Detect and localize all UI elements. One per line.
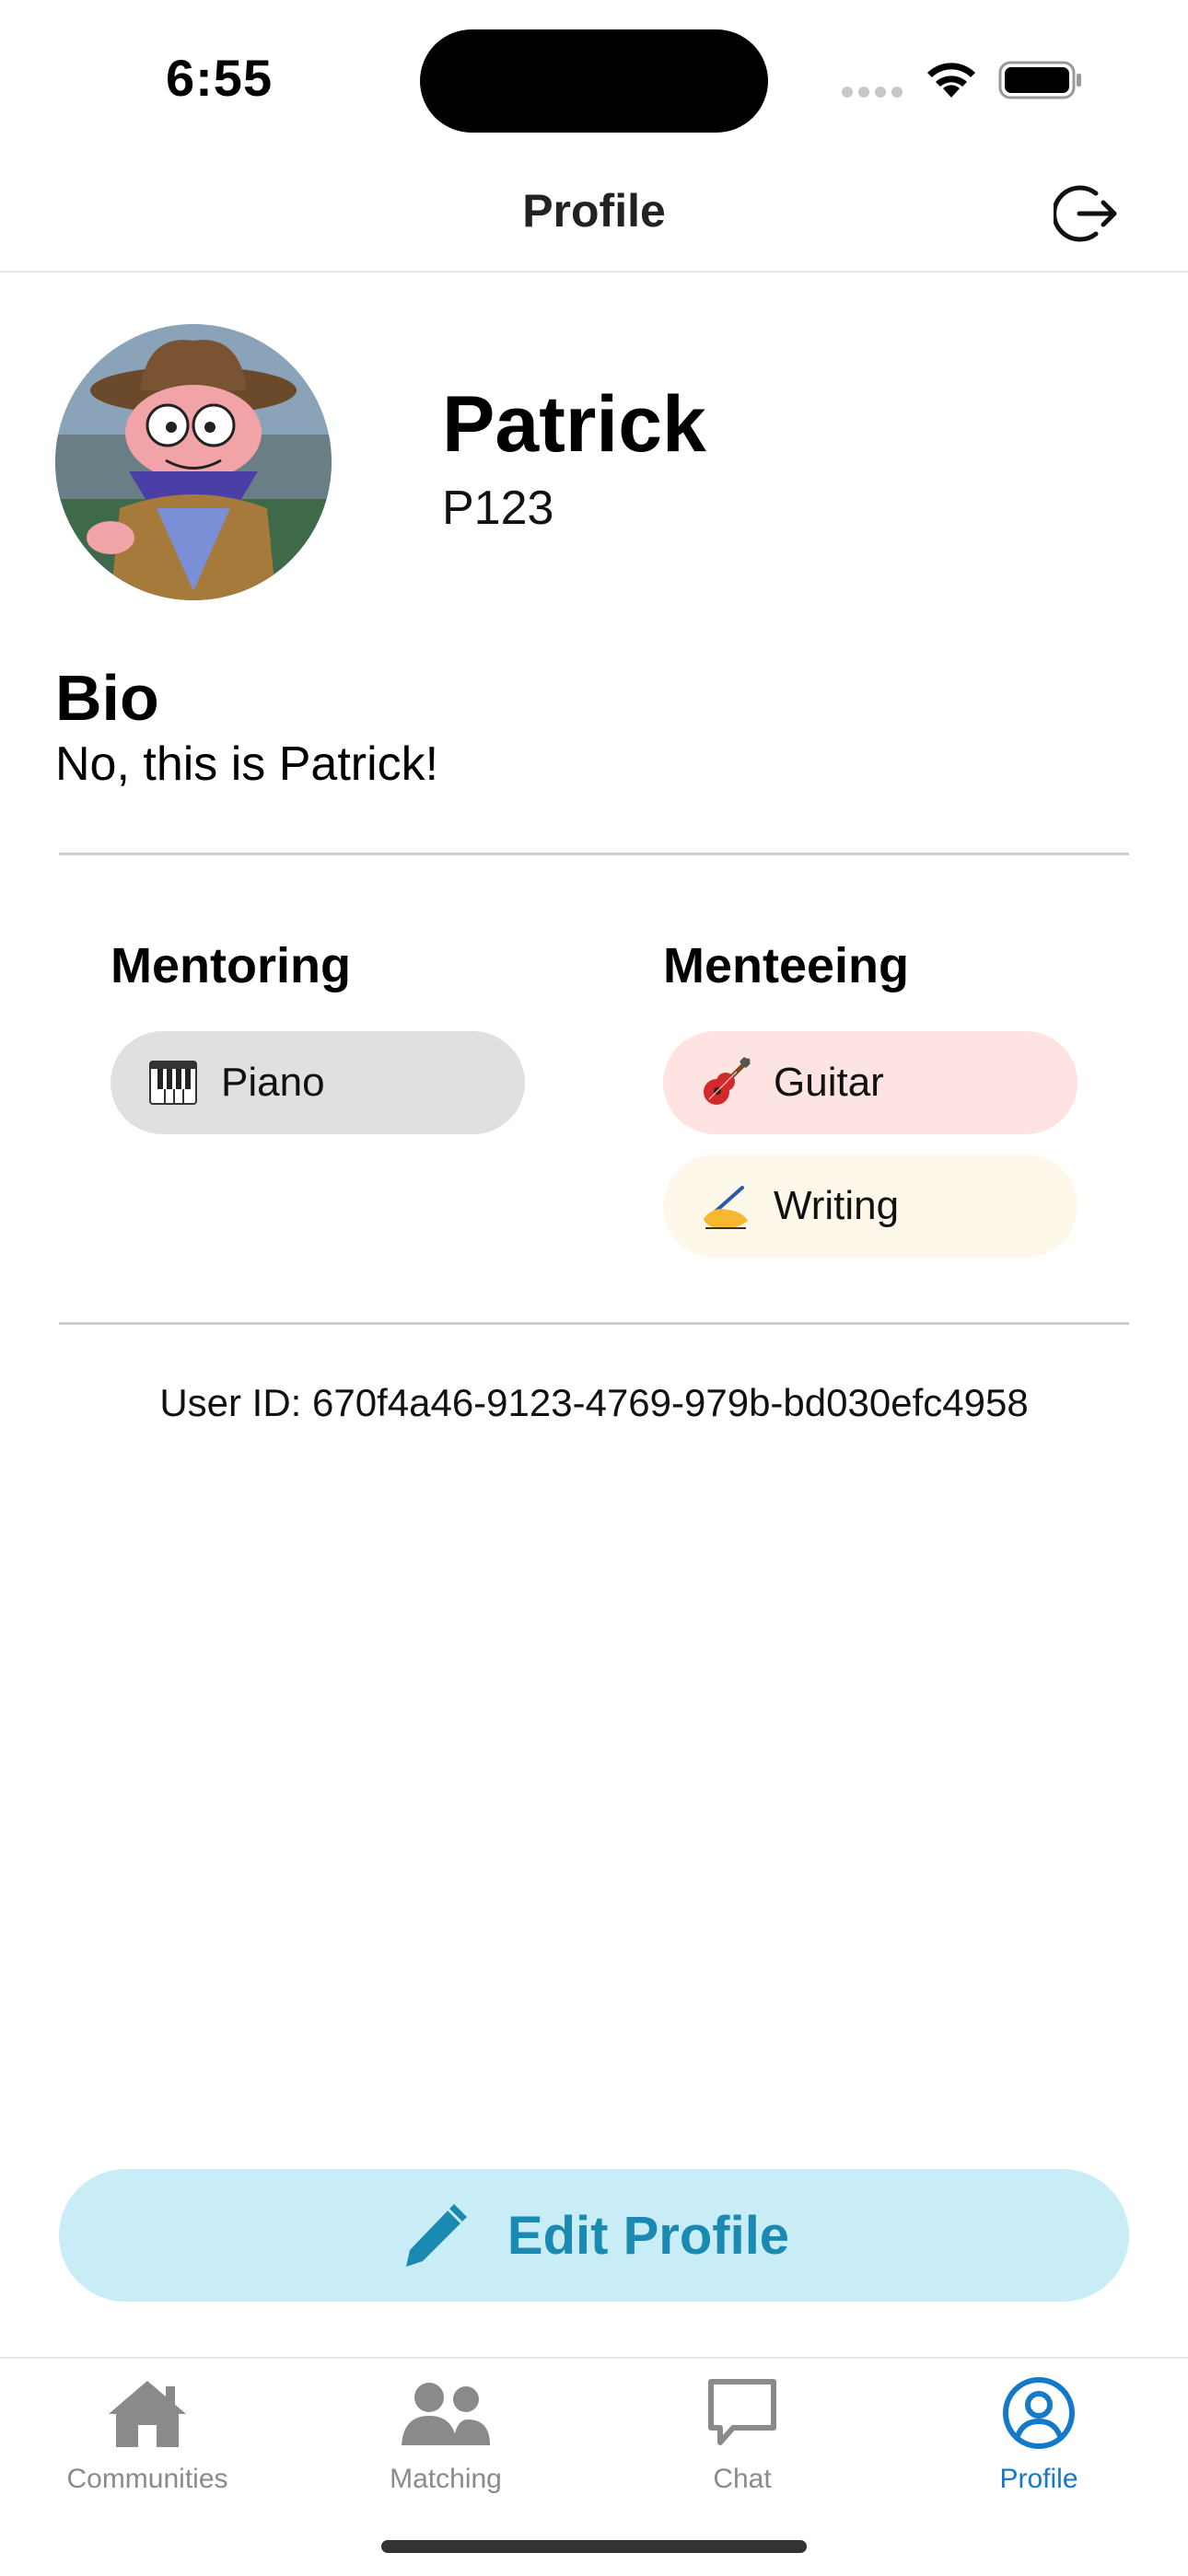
- people-icon: [402, 2383, 490, 2445]
- user-id: User ID: 670f4a46-9123-4769-979b-bd030ef…: [159, 1381, 1029, 1424]
- tab-label: Chat: [713, 2464, 772, 2494]
- divider: [59, 1322, 1129, 1325]
- tab-label: Communities: [66, 2464, 228, 2494]
- tab-matching[interactable]: Matching: [326, 2372, 565, 2495]
- avatar: [55, 324, 332, 600]
- logout-icon: [1052, 185, 1117, 242]
- skill-label: Writing: [774, 1183, 900, 1228]
- menteeing-skill-guitar: Guitar: [663, 1031, 1077, 1134]
- profile-circle-icon: [1003, 2377, 1075, 2449]
- mentoring-heading: Mentoring: [111, 938, 351, 993]
- wifi-icon: [927, 63, 975, 98]
- page-title: Profile: [522, 185, 666, 237]
- piano-icon: [147, 1057, 199, 1108]
- bio-heading: Bio: [55, 662, 159, 734]
- guitar-icon: [700, 1057, 751, 1108]
- edit-profile-label: Edit Profile: [507, 2205, 790, 2266]
- chat-bubble-icon: [708, 2379, 776, 2445]
- tab-label: Matching: [390, 2464, 502, 2494]
- signal-icon: [842, 87, 903, 98]
- navigation-bar: Profile: [0, 157, 1188, 273]
- dynamic-island: [420, 29, 768, 133]
- status-time: 6:55: [166, 49, 274, 107]
- skill-label: Piano: [221, 1060, 325, 1105]
- logout-button[interactable]: [1052, 180, 1120, 247]
- menteeing-skill-writing: Writing: [663, 1155, 1077, 1258]
- home-indicator[interactable]: [381, 2540, 807, 2553]
- writing-hand-icon: [700, 1180, 751, 1232]
- battery-icon: [998, 61, 1081, 99]
- tab-label: Profile: [999, 2464, 1078, 2494]
- bio-text: No, this is Patrick!: [55, 737, 439, 791]
- tab-chat[interactable]: Chat: [623, 2372, 862, 2495]
- menteeing-heading: Menteeing: [663, 938, 910, 993]
- pencil-icon: [405, 2204, 467, 2267]
- status-bar: 6:55: [0, 0, 1188, 157]
- home-icon: [109, 2381, 186, 2447]
- edit-profile-button[interactable]: Edit Profile: [59, 2169, 1129, 2302]
- tab-profile[interactable]: Profile: [919, 2372, 1159, 2495]
- skill-label: Guitar: [774, 1060, 884, 1105]
- profile-username: P123: [442, 482, 554, 535]
- profile-name: Patrick: [442, 380, 706, 469]
- tab-communities[interactable]: Communities: [28, 2372, 267, 2495]
- divider: [59, 853, 1129, 855]
- mentoring-skill-piano: Piano: [111, 1031, 525, 1134]
